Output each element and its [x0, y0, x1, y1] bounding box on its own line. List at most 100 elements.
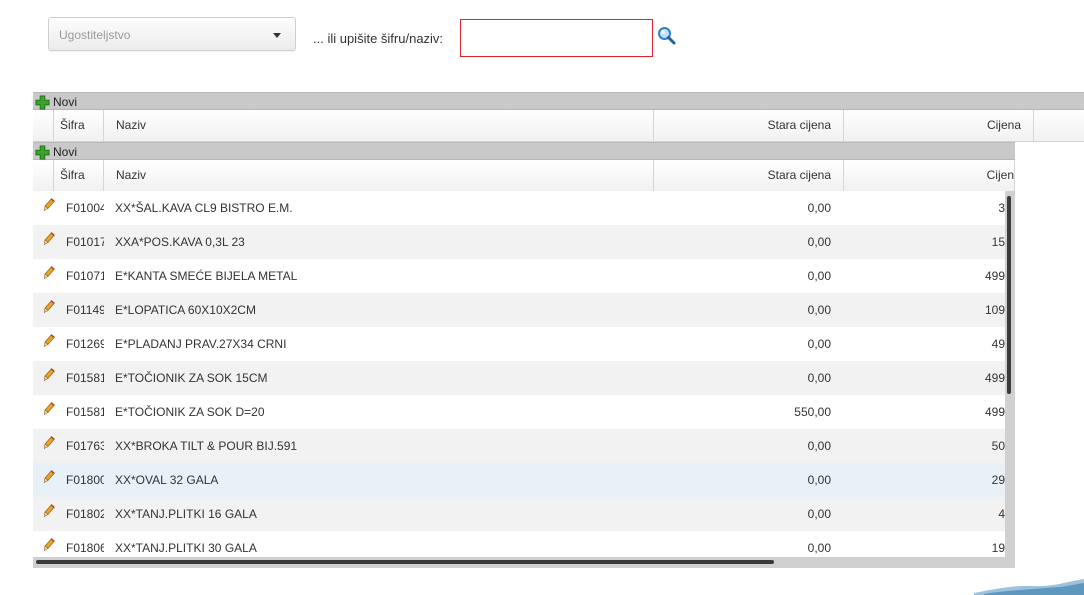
table-row[interactable]: F01802 XX*TANJ.PLITKI 16 GALA 0,00 4 — [33, 497, 1005, 531]
pencil-icon[interactable] — [44, 538, 55, 551]
cell-old-price: 0,00 — [807, 371, 831, 385]
new-button-label: Novi — [53, 95, 78, 109]
pencil-icon[interactable] — [44, 232, 55, 245]
cell-old-price: 0,00 — [807, 507, 831, 521]
header-name[interactable]: Naziv — [104, 160, 654, 191]
pencil-icon[interactable] — [44, 470, 55, 483]
cell-name: E*TOČIONIK ZA SOK D=20 — [115, 405, 265, 419]
edit-cell[interactable] — [33, 531, 64, 557]
edit-cell[interactable] — [33, 293, 64, 327]
cell-old-price: 0,00 — [807, 473, 831, 487]
vertical-scrollbar-thumb[interactable] — [1007, 196, 1011, 394]
cell-code: F01004 — [66, 201, 104, 215]
horizontal-scrollbar-thumb[interactable] — [36, 560, 774, 564]
cell-name: E*PLADANJ PRAV.27X34 CRNI — [115, 337, 287, 351]
cell-old-price: 0,00 — [807, 303, 831, 317]
edit-cell[interactable] — [33, 259, 64, 293]
cell-old-price: 0,00 — [807, 337, 831, 351]
cell-price: 109 — [984, 303, 1005, 317]
header-edit-column — [33, 110, 54, 141]
cell-price: 499 — [984, 269, 1005, 283]
table-row[interactable]: F01004 XX*ŠAL.KAVA CL9 BISTRO E.M. 0,00 … — [33, 191, 1005, 225]
cell-name: XX*TANJ.PLITKI 30 GALA — [115, 541, 257, 555]
cell-name: E*LOPATICA 60X10X2CM — [115, 303, 256, 317]
table-row[interactable]: F01269 E*PLADANJ PRAV.27X34 CRNI 0,00 49 — [33, 327, 1005, 361]
pencil-icon[interactable] — [44, 300, 55, 313]
new-button-label: Novi — [53, 145, 78, 159]
cell-code: F01581 — [66, 371, 104, 385]
cell-old-price: 550,00 — [794, 405, 831, 419]
cell-code: F01800 — [66, 473, 104, 487]
table-row[interactable]: F01071 E*KANTA SMEĆE BIJELA METAL 0,00 4… — [33, 259, 1005, 293]
table-row[interactable]: F01149 E*LOPATICA 60X10X2CM 0,00 109 — [33, 293, 1005, 327]
edit-cell[interactable] — [33, 361, 64, 395]
header-code[interactable]: Šifra — [54, 160, 104, 191]
cell-code: F01763 — [66, 439, 104, 453]
cell-name: XX*BROKA TILT & POUR BIJ.591 — [115, 439, 298, 453]
header-old-price[interactable]: Stara cijena — [654, 110, 844, 141]
table-row[interactable]: F01806 XX*TANJ.PLITKI 30 GALA 0,00 19 — [33, 531, 1005, 557]
outer-new-button[interactable]: Novi — [35, 94, 77, 110]
pencil-icon[interactable] — [44, 266, 55, 279]
header-price[interactable]: Cijena — [844, 110, 1034, 141]
header-edit-column — [33, 160, 54, 191]
cell-code: F01071 — [66, 269, 104, 283]
pencil-icon[interactable] — [44, 436, 55, 449]
table-row[interactable]: F01763 XX*BROKA TILT & POUR BIJ.591 0,00… — [33, 429, 1005, 463]
header-filler — [1034, 110, 1084, 141]
cell-code: F01149 — [66, 303, 104, 317]
edit-cell[interactable] — [33, 429, 64, 463]
cell-price: 29 — [991, 473, 1005, 487]
cell-price: 15 — [991, 235, 1005, 249]
header-old-price[interactable]: Stara cijena — [654, 160, 844, 191]
pencil-icon[interactable] — [44, 368, 55, 381]
edit-cell[interactable] — [33, 225, 64, 259]
pencil-icon[interactable] — [44, 198, 55, 211]
category-select[interactable]: Ugostiteljstvo — [48, 17, 296, 51]
cell-code: F01806 — [66, 541, 104, 555]
pencil-icon[interactable] — [44, 402, 55, 415]
cell-name: XX*TANJ.PLITKI 16 GALA — [115, 507, 257, 521]
table-row[interactable]: F01581 E*TOČIONIK ZA SOK 15CM 0,00 499 — [33, 361, 1005, 395]
table-row[interactable]: F01800 XX*OVAL 32 GALA 0,00 29 — [33, 463, 1005, 497]
cell-old-price: 0,00 — [807, 541, 831, 555]
cell-price: 50 — [991, 439, 1005, 453]
category-select-value: Ugostiteljstvo — [59, 28, 131, 42]
edit-cell[interactable] — [33, 497, 64, 531]
add-icon — [35, 144, 50, 160]
add-icon — [35, 94, 50, 110]
items-grid: Novi Šifra Naziv Stara cijena Cijen F010… — [33, 142, 1015, 568]
cell-name: XX*OVAL 32 GALA — [115, 473, 219, 487]
header-code[interactable]: Šifra — [54, 110, 104, 141]
cell-price: 3 — [998, 201, 1005, 215]
cell-name: E*TOČIONIK ZA SOK 15CM — [115, 371, 268, 385]
outer-grid-header: Šifra Naziv Stara cijena Cijena — [33, 110, 1084, 142]
decorative-wave — [974, 579, 1084, 595]
table-row[interactable]: F01017 XXA*POS.KAVA 0,3L 23 0,00 15 — [33, 225, 1005, 259]
cell-name: XXA*POS.KAVA 0,3L 23 — [115, 235, 245, 249]
grid-toolbar: Novi — [33, 142, 1015, 160]
cell-old-price: 0,00 — [807, 235, 831, 249]
pencil-icon[interactable] — [44, 504, 55, 517]
header-name[interactable]: Naziv — [104, 110, 654, 141]
grid-body: F01004 XX*ŠAL.KAVA CL9 BISTRO E.M. 0,00 … — [33, 191, 1005, 557]
table-row[interactable]: F01581 E*TOČIONIK ZA SOK D=20 550,00 499 — [33, 395, 1005, 429]
cell-old-price: 0,00 — [807, 439, 831, 453]
cell-price: 49 — [991, 337, 1005, 351]
cell-name: E*KANTA SMEĆE BIJELA METAL — [115, 269, 298, 283]
code-name-input[interactable] — [460, 19, 653, 57]
pencil-icon[interactable] — [44, 334, 55, 347]
cell-price: 499 — [984, 405, 1005, 419]
cell-code: F01017 — [66, 235, 104, 249]
edit-cell[interactable] — [33, 395, 64, 429]
code-name-label: ... ili upišite šifru/naziv: — [313, 31, 444, 46]
header-price[interactable]: Cijen — [844, 160, 1015, 191]
edit-cell[interactable] — [33, 191, 64, 225]
edit-cell[interactable] — [33, 327, 64, 361]
new-button[interactable]: Novi — [35, 144, 77, 160]
search-icon[interactable] — [657, 26, 677, 46]
cell-price: 19 — [991, 541, 1005, 555]
cell-old-price: 0,00 — [807, 201, 831, 215]
cell-old-price: 0,00 — [807, 269, 831, 283]
edit-cell[interactable] — [33, 463, 64, 497]
